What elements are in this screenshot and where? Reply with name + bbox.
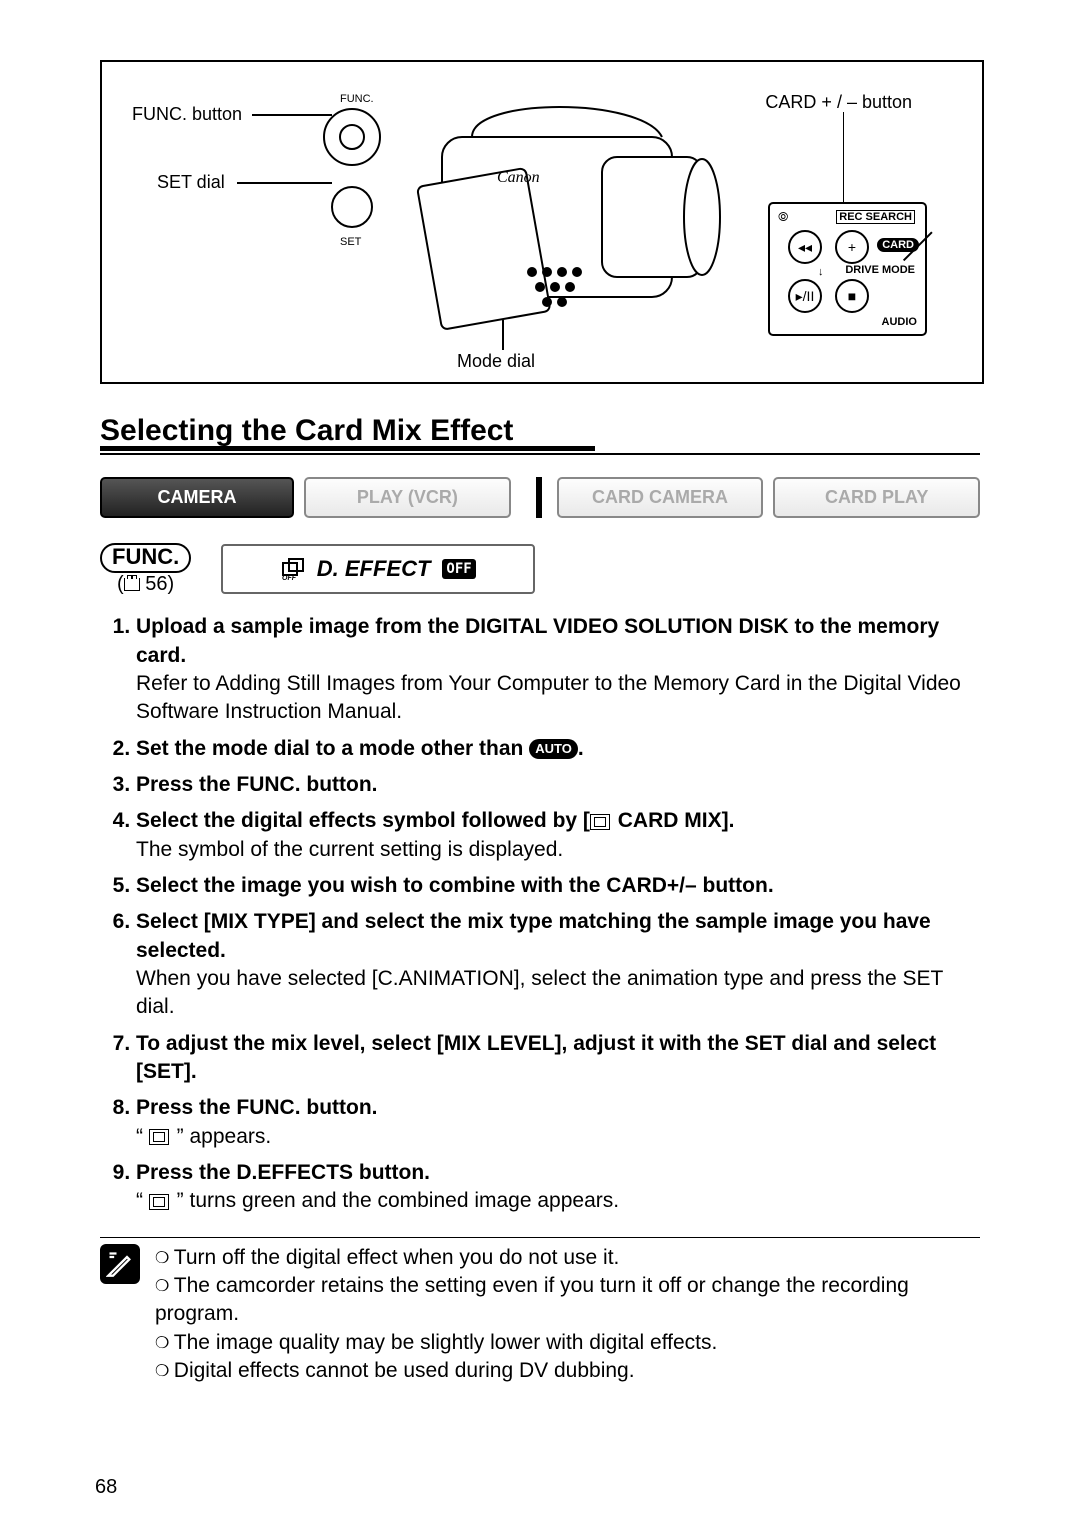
- rew-button: ◂◂: [788, 230, 822, 264]
- step-1: Upload a sample image from the DIGITAL V…: [136, 613, 980, 726]
- rec-search-label: REC SEARCH: [836, 210, 915, 224]
- camera-illustration: Canon FUNC. SET: [322, 77, 742, 357]
- camera-diagram: FUNC. button SET dial CARD + / – button …: [100, 60, 984, 384]
- card-mix-icon: [149, 1129, 169, 1145]
- step-9: Press the D.EFFECTS button. “ ” turns gr…: [136, 1159, 980, 1216]
- section-heading: Selecting the Card Mix Effect: [100, 414, 980, 455]
- card-mix-icon: [149, 1194, 169, 1210]
- d-effect-off: OFF: [442, 559, 475, 579]
- step-6: Select [MIX TYPE] and select the mix typ…: [136, 908, 980, 1021]
- mode-tab-card-play: CARD PLAY: [773, 477, 980, 518]
- step-7: To adjust the mix level, select [MIX LEV…: [136, 1030, 980, 1087]
- mode-tabs: CAMERA PLAY (VCR) CARD CAMERA CARD PLAY: [100, 477, 980, 518]
- func-page-ref: ( 56): [117, 573, 174, 595]
- d-effect-label: D. EFFECT: [317, 556, 431, 582]
- func-label: FUNC.: [100, 543, 191, 573]
- notes-section: Turn off the digital effect when you do …: [100, 1237, 980, 1386]
- canon-logo: Canon: [497, 169, 540, 186]
- label-set-dial: SET dial: [157, 172, 225, 193]
- auto-icon: AUTO: [529, 739, 578, 759]
- func-badge: FUNC. ( 56): [100, 543, 191, 595]
- note-item: Turn off the digital effect when you do …: [155, 1244, 980, 1272]
- step-5: Select the image you wish to combine wit…: [136, 872, 980, 900]
- button-panel: ⦾ REC SEARCH ◂◂ + CARD ↓ DRIVE MODE ▸/II…: [768, 202, 927, 336]
- mode-tab-play-vcr: PLAY (VCR): [304, 477, 511, 518]
- mode-divider: [536, 477, 542, 518]
- audio-label: AUDIO: [882, 316, 917, 328]
- svg-text:FUNC.: FUNC.: [340, 93, 374, 105]
- step-2: Set the mode dial to a mode other than A…: [136, 735, 980, 763]
- step-3: Press the FUNC. button.: [136, 771, 980, 799]
- mode-tab-camera: CAMERA: [100, 477, 294, 518]
- page: FUNC. button SET dial CARD + / – button …: [0, 0, 1080, 1534]
- fwd-button: +: [835, 230, 869, 264]
- card-mix-icon: [590, 814, 610, 830]
- svg-text:OFF: OFF: [282, 575, 297, 581]
- drive-mode-label: DRIVE MODE: [845, 264, 915, 276]
- page-number: 68: [95, 1476, 117, 1499]
- step-8: Press the FUNC. button. “ ” appears.: [136, 1094, 980, 1151]
- notes-icon: [100, 1244, 140, 1284]
- label-card-button: CARD + / – button: [765, 92, 912, 113]
- label-func-button: FUNC. button: [132, 104, 242, 125]
- d-effect-box: OFF D. EFFECT OFF: [221, 544, 535, 594]
- note-item: The image quality may be slightly lower …: [155, 1329, 980, 1357]
- play-pause-button: ▸/II: [788, 279, 822, 313]
- note-item: Digital effects cannot be used during DV…: [155, 1357, 980, 1385]
- svg-text:SET: SET: [340, 236, 362, 248]
- note-item: The camcorder retains the setting even i…: [155, 1272, 980, 1329]
- step-4: Select the digital effects symbol follow…: [136, 807, 980, 864]
- func-row: FUNC. ( 56) OFF D. EFFECT OFF: [100, 543, 980, 595]
- d-effect-icon: OFF: [281, 557, 305, 581]
- instruction-list: Upload a sample image from the DIGITAL V…: [100, 613, 980, 1216]
- stop-button: ■: [835, 279, 869, 313]
- mode-tab-card-camera: CARD CAMERA: [557, 477, 764, 518]
